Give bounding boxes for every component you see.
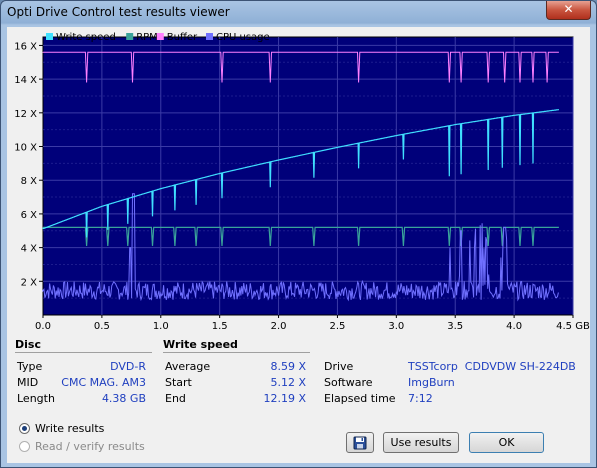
disc-type-label: Type <box>17 360 43 373</box>
read-verify-results-radio[interactable] <box>19 441 30 452</box>
start-value: 5.12 X <box>270 376 306 389</box>
y-tick-label: 2 X <box>21 277 38 288</box>
legend-swatch <box>126 33 134 40</box>
legend-swatch <box>206 33 213 40</box>
drive-label: Drive <box>324 360 354 373</box>
legend-label: Buffer <box>167 32 198 43</box>
y-tick-label: 4 X <box>21 244 38 255</box>
average-label: Average <box>165 360 211 373</box>
write-speed-header: Write speed <box>163 338 238 351</box>
y-tick-label: 8 X <box>21 176 38 187</box>
legend-label: RPM <box>136 32 158 43</box>
disc-mid-label: MID <box>17 376 39 389</box>
elapsed-time-value: 7:12 <box>408 392 433 405</box>
y-tick-label: 10 X <box>14 143 37 154</box>
x-tick-label: 0.5 <box>94 321 110 332</box>
legend-label: Write speed <box>56 32 116 43</box>
legend-swatch <box>46 33 53 40</box>
read-verify-results-label: Read / verify results <box>35 440 145 453</box>
y-tick-label: 12 X <box>14 109 37 120</box>
app-window: Opti Drive Control test results viewer ✕… <box>0 0 597 468</box>
legend-swatch <box>156 33 164 40</box>
disc-type-value: DVD-R <box>110 360 146 373</box>
chart-area: 2 X 4 X 6 X 8 X 10 X 12 X 14 X 16 X 0.0 0.5 1.0 1.5… <box>7 27 590 337</box>
end-label: End <box>165 392 186 405</box>
software-value: ImgBurn <box>408 376 455 389</box>
read-verify-results-option[interactable]: Read / verify results <box>19 440 145 453</box>
y-tick-label: 16 X <box>14 41 37 52</box>
disc-length-value: 4.38 GB <box>101 392 146 405</box>
legend-label: CPU usage <box>216 32 270 43</box>
average-value: 8.59 X <box>270 360 306 373</box>
floppy-disk-icon <box>353 436 367 450</box>
x-tick-label: 1.0 <box>153 321 169 332</box>
save-button[interactable] <box>346 432 374 453</box>
window-title: Opti Drive Control test results viewer <box>7 5 230 19</box>
x-tick-label: 1.5 <box>212 321 228 332</box>
x-tick-label: 2.5 <box>329 321 345 332</box>
x-tick-label: 4.5 GB <box>556 321 590 332</box>
disc-length-label: Length <box>17 392 55 405</box>
x-tick-label: 3.5 <box>447 321 463 332</box>
close-button[interactable]: ✕ <box>546 1 591 20</box>
disc-mid-value: CMC MAG. AM3 <box>61 376 146 389</box>
y-tick-label: 14 X <box>14 75 37 86</box>
use-results-button[interactable]: Use results <box>383 432 459 453</box>
y-tick-label: 6 X <box>21 210 38 221</box>
write-results-label: Write results <box>35 422 105 435</box>
start-label: Start <box>165 376 192 389</box>
x-tick-label: 0.0 <box>35 321 51 332</box>
x-tick-label: 3.0 <box>388 321 404 332</box>
drive-value: TSSTcorp CDDVDW SH-224DB <box>408 360 576 373</box>
elapsed-time-label: Elapsed time <box>324 392 396 405</box>
client-area: 2 X 4 X 6 X 8 X 10 X 12 X 14 X 16 X 0.0 0.5 1.0 1.5… <box>7 27 590 463</box>
write-results-option[interactable]: Write results <box>19 422 104 435</box>
disc-header: Disc <box>15 338 41 351</box>
disc-divider <box>15 352 152 353</box>
title-bar: Opti Drive Control test results viewer ✕ <box>1 1 596 25</box>
write-speed-divider <box>163 352 310 353</box>
software-label: Software <box>324 376 373 389</box>
ok-button[interactable]: OK <box>469 432 544 453</box>
write-results-radio[interactable] <box>19 423 30 434</box>
write-speed-chart: 2 X 4 X 6 X 8 X 10 X 12 X 14 X 16 X 0.0 0.5 1.0 1.5… <box>14 32 590 332</box>
x-tick-label: 4.0 <box>506 321 522 332</box>
x-tick-label: 2.0 <box>271 321 287 332</box>
end-value: 12.19 X <box>263 392 306 405</box>
